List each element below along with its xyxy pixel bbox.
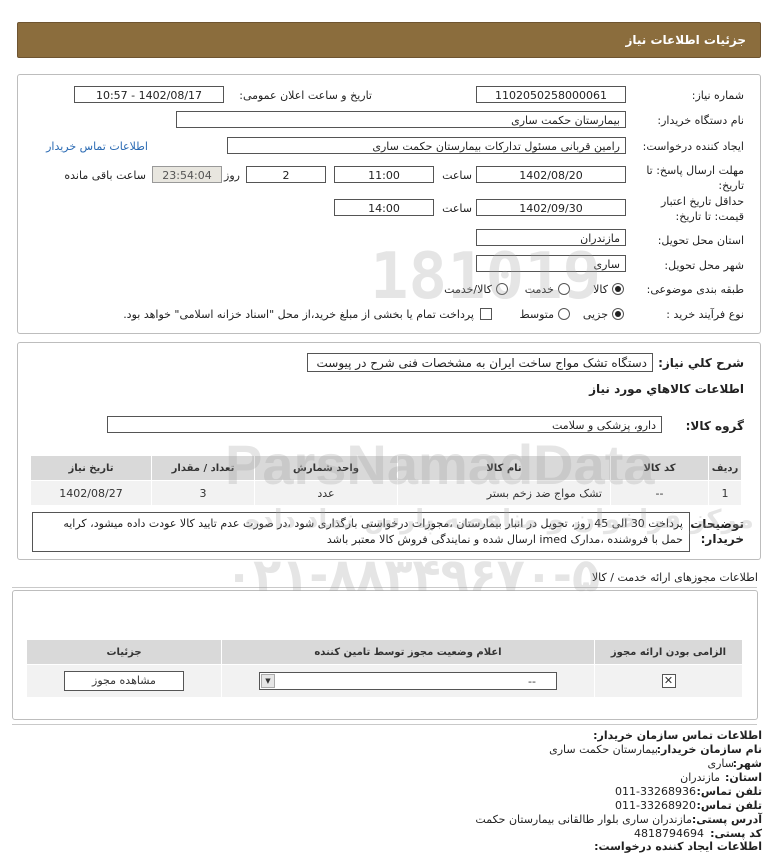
license-status-select[interactable]: -- ▼ xyxy=(259,672,557,690)
process-option-minor: جزیی xyxy=(582,308,608,321)
contact-org-label: نام سازمان خریدار: xyxy=(656,743,762,756)
city-label: شهر محل تحویل: xyxy=(664,259,744,272)
licenses-table-header: الزامی بودن ارائه مجوز اعلام وضعیت مجوز … xyxy=(26,639,743,665)
view-license-button[interactable]: مشاهده مجوز xyxy=(64,671,184,691)
validity-label: حداقل تاریخ اعتبار قیمت: تا تاریخ: xyxy=(660,195,744,223)
category-label: طبقه بندی موضوعی: xyxy=(646,283,744,296)
contact-phone-label: تلفن تماس: xyxy=(696,785,762,798)
cell-qty: 3 xyxy=(151,480,255,506)
contact-province-value: مازندران xyxy=(680,771,720,784)
contact-divider xyxy=(12,724,757,725)
buyer-notes-text: پرداخت 30 الی 45 روز، تحویل در انبار بیم… xyxy=(63,517,683,546)
col-unit: واحد شمارش xyxy=(254,455,398,481)
city-field: ساری xyxy=(476,255,626,272)
need-number-field: 1102050258000061 xyxy=(476,86,626,103)
treasury-checkbox[interactable] xyxy=(480,308,492,320)
buyer-label: نام دستگاه خریدار: xyxy=(657,114,744,127)
category-option-service: خدمت xyxy=(524,283,554,296)
buyer-notes-box: پرداخت 30 الی 45 روز، تحویل در انبار بیم… xyxy=(32,512,690,552)
page-title: جزئیات اطلاعات نیاز xyxy=(625,33,746,47)
goods-table: ردیف کد کالا نام کالا واحد شمارش تعداد /… xyxy=(30,455,742,506)
col-row: ردیف xyxy=(708,455,742,481)
page-header: جزئیات اطلاعات نیاز xyxy=(17,22,761,58)
cell-unit: عدد xyxy=(254,480,398,506)
category-option-both: کالا/خدمت xyxy=(444,283,492,296)
need-number-label: شماره نیاز: xyxy=(691,89,744,102)
contact-org-value: بیمارستان حکمت ساری xyxy=(549,743,658,756)
reply-date-field: 1402/08/20 xyxy=(476,166,626,183)
days-field: 2 xyxy=(246,166,326,183)
province-label: استان محل تحویل: xyxy=(657,234,744,247)
col-code: کد کالا xyxy=(610,455,709,481)
validity-time-label: ساعت xyxy=(442,202,472,215)
cell-row: 1 xyxy=(708,480,742,506)
goods-group-field: دارو، پزشکی و سلامت xyxy=(107,416,662,433)
col-license-details: جزئیات xyxy=(26,639,222,665)
buyer-field: بیمارستان حکمت ساری xyxy=(176,111,626,128)
province-field: مازندران xyxy=(476,229,626,246)
cell-license-required: ✕ xyxy=(594,664,743,698)
table-row: ✕ -- ▼ مشاهده مجوز xyxy=(26,664,743,698)
contact-province-label: استان: xyxy=(725,771,762,784)
col-license-required: الزامی بودن ارائه مجوز xyxy=(594,639,743,665)
col-date: تاریخ نیاز xyxy=(30,455,152,481)
goods-table-header: ردیف کد کالا نام کالا واحد شمارش تعداد /… xyxy=(30,455,742,481)
contact-title: اطلاعات تماس سازمان خریدار: xyxy=(593,729,762,742)
license-required-checkbox: ✕ xyxy=(661,674,676,688)
remaining-time-field: 23:54:04 xyxy=(152,166,222,183)
license-status-value: -- xyxy=(528,675,536,688)
goods-group-label: گروه کالا: xyxy=(685,419,744,433)
validity-date-field: 1402/09/30 xyxy=(476,199,626,216)
licenses-table: الزامی بودن ارائه مجوز اعلام وضعیت مجوز … xyxy=(26,639,743,698)
process-option-medium: متوسط xyxy=(519,308,554,321)
dropdown-arrow-icon: ▼ xyxy=(261,674,275,688)
cell-license-details: مشاهده مجوز xyxy=(26,664,222,698)
licenses-divider xyxy=(12,587,757,588)
process-label: نوع فرآیند خرید : xyxy=(666,308,744,321)
contact-fax-value: 011-33268920 xyxy=(615,799,696,812)
col-qty: تعداد / مقدار xyxy=(151,455,255,481)
category-option-goods: کالا xyxy=(593,283,608,296)
contact-postal-value: 4818794694 xyxy=(634,827,704,840)
col-license-status: اعلام وضعیت مجوز توسط تامین کننده xyxy=(221,639,595,665)
cell-date: 1402/08/27 xyxy=(30,480,152,506)
creator-field: رامین قربانی مسئول تدارکات بیمارستان حکم… xyxy=(227,137,626,154)
cell-license-status: -- ▼ xyxy=(221,664,595,698)
reply-time-label: ساعت xyxy=(442,169,472,182)
goods-section-title: اطلاعات كالاهاي مورد نياز xyxy=(589,382,744,396)
cell-code: -- xyxy=(610,480,709,506)
announce-label: تاریخ و ساعت اعلان عمومی: xyxy=(239,89,372,102)
announce-field: 1402/08/17 - 10:57 xyxy=(74,86,224,103)
reply-time-field: 11:00 xyxy=(334,166,434,183)
category-radio-goods[interactable] xyxy=(612,283,624,295)
contact-city-value: ساری xyxy=(707,757,735,770)
contact-fax-label: تلفن تماس: xyxy=(696,799,762,812)
table-row: 1 -- تشک مواج ضد زخم بستر عدد 3 1402/08/… xyxy=(30,480,742,506)
cell-name: تشک مواج ضد زخم بستر xyxy=(397,480,611,506)
contact-address-value: مازندران ساری بلوار طالقانی بیمارستان حک… xyxy=(475,813,692,826)
reply-deadline-label: مهلت ارسال پاسخ: تا تاریخ: xyxy=(646,164,744,192)
description-label: شرح کلي نياز: xyxy=(658,356,744,370)
licenses-title: اطلاعات مجوزهای ارائه خدمت / کالا xyxy=(591,571,758,584)
description-field: دستگاه تشک مواج ساخت ایران به مشخصات فنی… xyxy=(307,353,653,372)
process-radio-minor[interactable] xyxy=(612,308,624,320)
creator-label: ایجاد کننده درخواست: xyxy=(642,140,744,153)
contact-address-label: آدرس پستی: xyxy=(691,813,762,826)
contact-city-label: شهر: xyxy=(732,757,762,770)
contact-creator-label: اطلاعات ایجاد کننده درخواست: xyxy=(594,840,762,853)
col-name: نام کالا xyxy=(397,455,611,481)
validity-time-field: 14:00 xyxy=(334,199,434,216)
process-radio-medium[interactable] xyxy=(558,308,570,320)
category-radio-both[interactable] xyxy=(496,283,508,295)
payment-note: پرداخت تمام یا بخشی از مبلغ خرید،از محل … xyxy=(123,308,474,321)
contact-postal-label: کد پستی: xyxy=(710,827,762,840)
contact-phone-value: 011-33268936 xyxy=(615,785,696,798)
category-radio-service[interactable] xyxy=(558,283,570,295)
remaining-label: ساعت باقی مانده xyxy=(64,169,146,182)
buyer-contact-link[interactable]: اطلاعات تماس خریدار xyxy=(46,140,148,153)
buyer-notes-label: توضیحات خریدار: xyxy=(690,517,744,546)
